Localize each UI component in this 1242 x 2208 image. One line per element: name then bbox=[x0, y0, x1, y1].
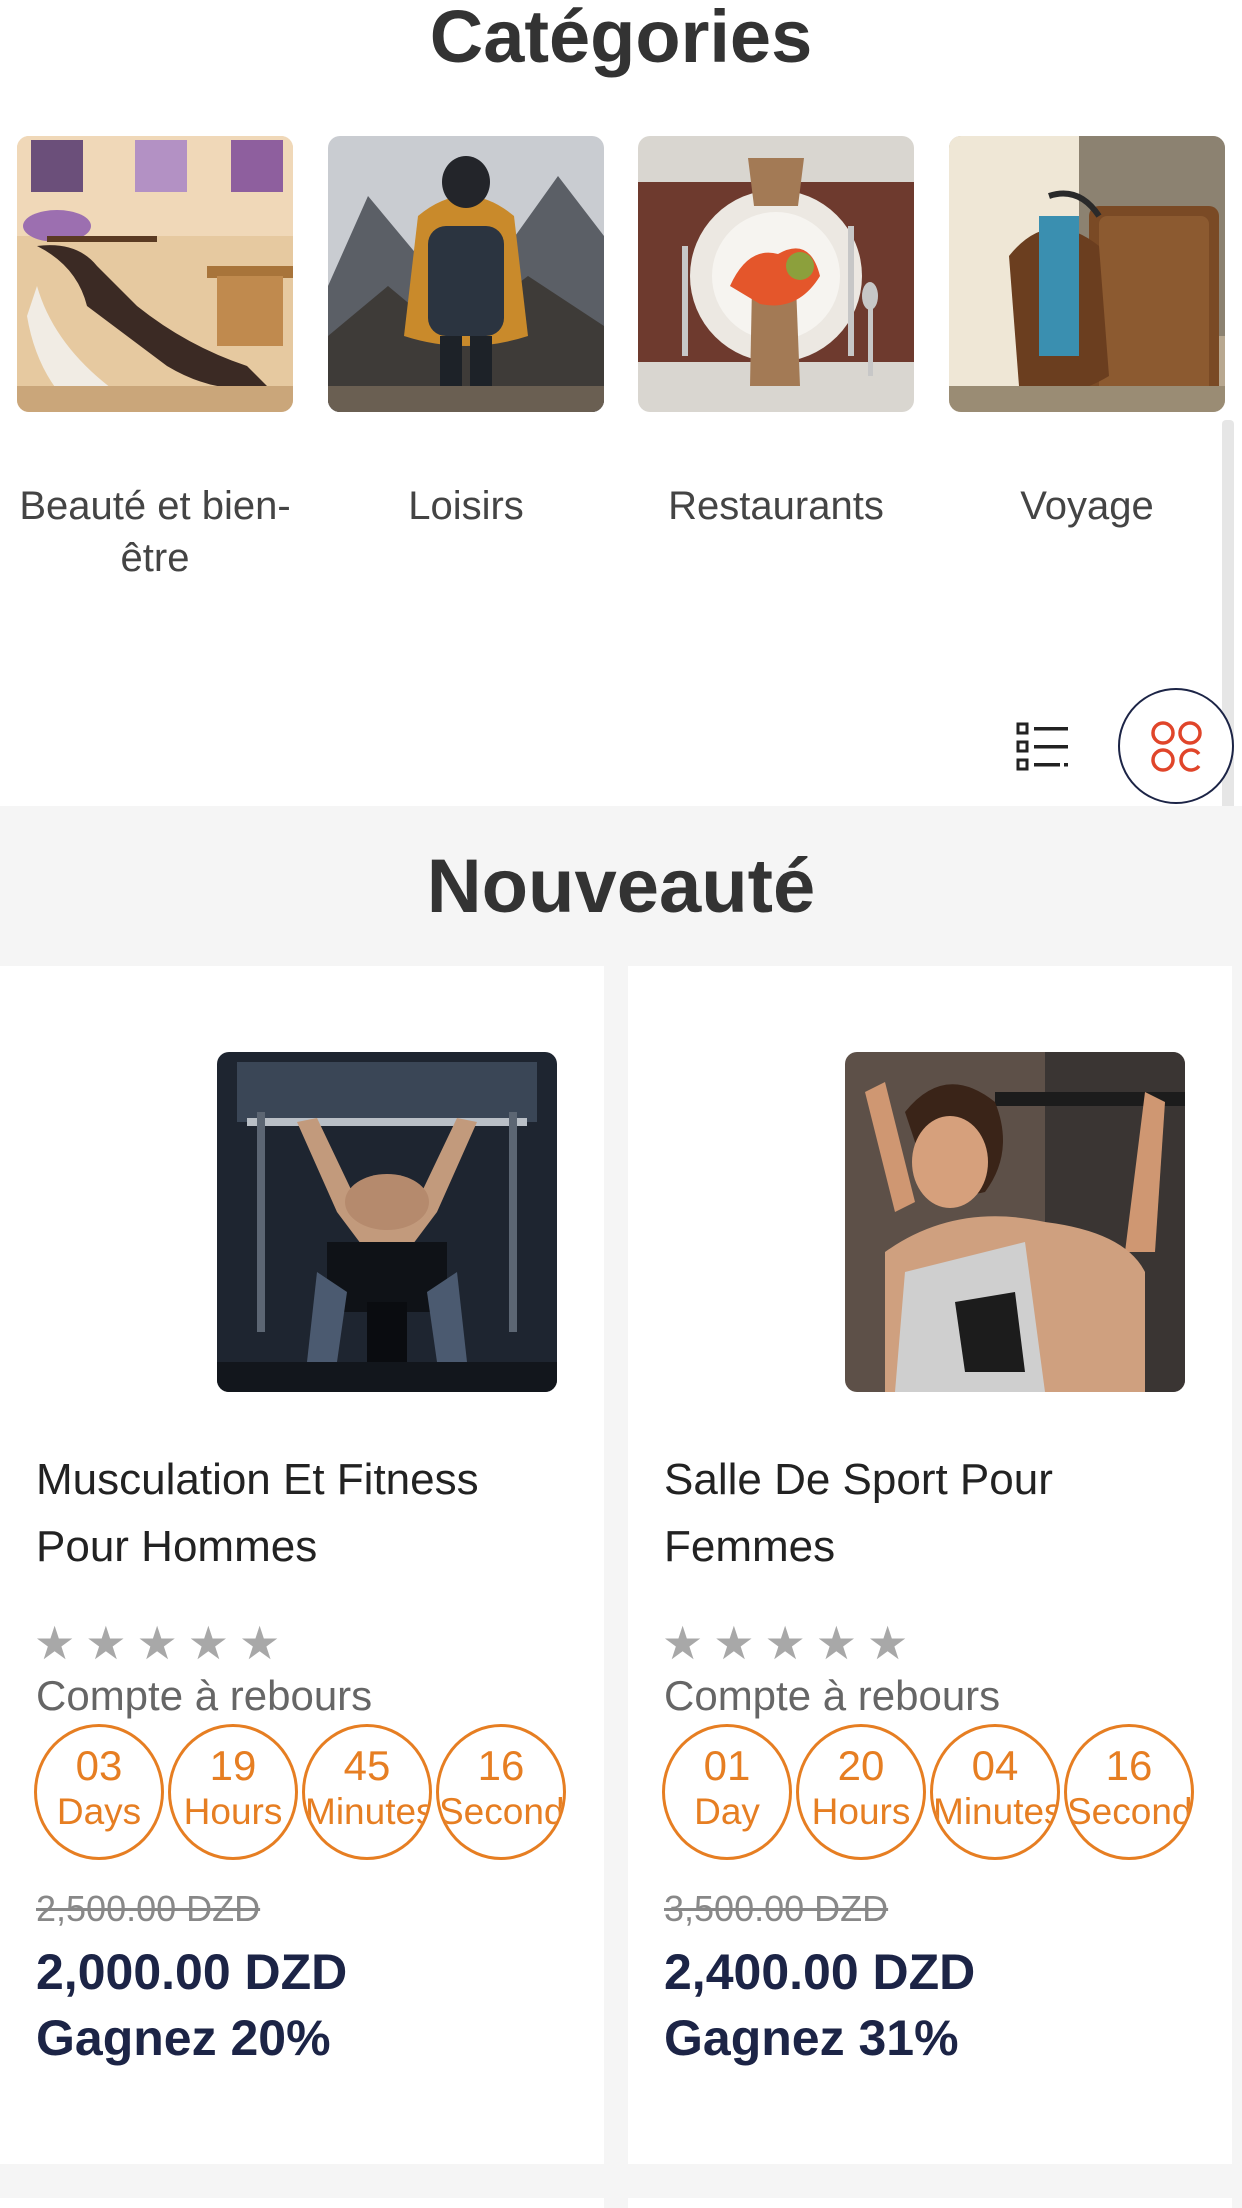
category-image-voyage[interactable] bbox=[949, 136, 1225, 412]
next-product-card[interactable] bbox=[0, 2198, 604, 2208]
timer-value: 01 bbox=[703, 1742, 751, 1789]
next-product-card[interactable] bbox=[628, 2198, 1232, 2208]
category-label: Voyage bbox=[1020, 484, 1154, 528]
current-price: 2,000.00 DZD bbox=[36, 1944, 348, 2000]
category-label: Loisirs bbox=[408, 484, 524, 528]
rating-stars: ★★★★★ bbox=[34, 1617, 291, 1669]
product-name[interactable]: Salle De Sport Pour Femmes bbox=[664, 1446, 1204, 1580]
product-card[interactable]: Salle De Sport Pour Femmes ★★★★★ Compte … bbox=[628, 966, 1232, 2164]
category-card-restaurants[interactable]: Restaurants bbox=[631, 136, 921, 532]
countdown-label: Compte à rebours bbox=[36, 1672, 373, 1719]
countdown-label: Compte à rebours bbox=[664, 1672, 1001, 1719]
category-image-beaute[interactable] bbox=[17, 136, 293, 412]
category-label: Restaurants bbox=[668, 484, 884, 528]
product-image[interactable] bbox=[217, 1052, 557, 1392]
category-card-beaute[interactable]: Beauté et bien-être bbox=[10, 136, 300, 584]
timer-unit: Seconds bbox=[1067, 1791, 1193, 1832]
grid-view-button[interactable] bbox=[1118, 688, 1234, 804]
timer-value: 16 bbox=[1105, 1742, 1153, 1789]
product-card[interactable]: Musculation Et Fitness Pour Hommes ★★★★★… bbox=[0, 966, 604, 2164]
old-price: 2,500.00 DZD bbox=[36, 1888, 261, 1929]
list-view-button[interactable] bbox=[1016, 722, 1072, 772]
countdown-timer: 03 Days 19 Hours 45 Minutes 16 Seconds bbox=[34, 1724, 594, 1864]
categories-carousel[interactable]: Beauté et bien-être Loisirs Restaurants … bbox=[0, 136, 1242, 636]
timer-unit: Seconds bbox=[439, 1791, 565, 1832]
timer-value: 04 bbox=[971, 1742, 1019, 1789]
discount-label: Gagnez 20% bbox=[36, 2010, 331, 2066]
category-card-voyage[interactable]: Voyage bbox=[942, 136, 1232, 532]
timer-hours: 19 Hours bbox=[168, 1724, 298, 1860]
timer-unit: Minutes bbox=[305, 1791, 432, 1832]
timer-minutes: 45 Minutes bbox=[302, 1724, 432, 1860]
timer-value: 19 bbox=[209, 1742, 257, 1789]
timer-value: 03 bbox=[75, 1742, 123, 1789]
grid-icon bbox=[1150, 720, 1204, 779]
category-image-restaurants[interactable] bbox=[638, 136, 914, 412]
timer-seconds: 16 Seconds bbox=[1064, 1724, 1194, 1860]
old-price: 3,500.00 DZD bbox=[664, 1888, 889, 1929]
current-price: 2,400.00 DZD bbox=[664, 1944, 976, 2000]
timer-unit: Day bbox=[694, 1791, 760, 1832]
rating-stars: ★★★★★ bbox=[662, 1617, 919, 1669]
category-image-loisirs[interactable] bbox=[328, 136, 604, 412]
view-toggle bbox=[0, 688, 1242, 804]
list-icon bbox=[1016, 722, 1072, 776]
category-label: Beauté et bien-être bbox=[19, 484, 291, 580]
product-name[interactable]: Musculation Et Fitness Pour Hommes bbox=[36, 1446, 576, 1580]
timer-unit: Hours bbox=[183, 1791, 283, 1832]
countdown-timer: 01 Day 20 Hours 04 Minutes 16 Seconds bbox=[662, 1724, 1222, 1864]
timer-unit: Days bbox=[56, 1791, 142, 1832]
timer-value: 45 bbox=[343, 1742, 391, 1789]
discount-label: Gagnez 31% bbox=[664, 2010, 959, 2066]
categories-title: Catégories bbox=[429, 0, 813, 78]
timer-hours: 20 Hours bbox=[796, 1724, 926, 1860]
timer-seconds: 16 Seconds bbox=[436, 1724, 566, 1860]
timer-days: 01 Day bbox=[662, 1724, 792, 1860]
timer-unit: Hours bbox=[811, 1791, 911, 1832]
new-products-section: Nouveauté Musculation Et Fitness Pour Ho… bbox=[0, 806, 1242, 2208]
timer-value: 20 bbox=[837, 1742, 885, 1789]
product-image[interactable] bbox=[845, 1052, 1185, 1392]
timer-value: 16 bbox=[477, 1742, 525, 1789]
timer-unit: Minutes bbox=[933, 1791, 1060, 1832]
category-card-loisirs[interactable]: Loisirs bbox=[321, 136, 611, 532]
timer-minutes: 04 Minutes bbox=[930, 1724, 1060, 1860]
timer-days: 03 Days bbox=[34, 1724, 164, 1860]
section-title: Nouveauté bbox=[426, 844, 816, 929]
